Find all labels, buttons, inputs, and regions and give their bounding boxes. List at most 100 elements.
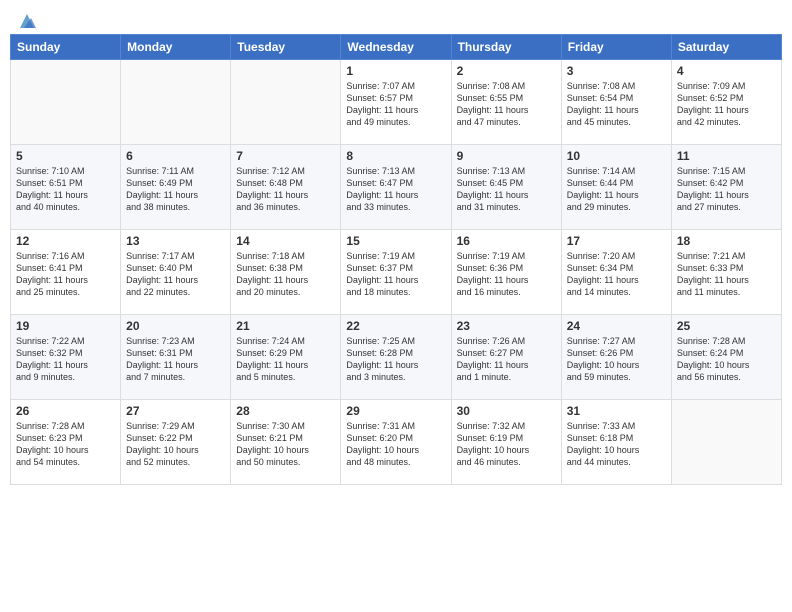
calendar-cell <box>671 400 781 485</box>
calendar-cell: 17Sunrise: 7:20 AM Sunset: 6:34 PM Dayli… <box>561 230 671 315</box>
week-row-1: 1 Sunrise: 7:07 AM Sunset: 6:57 PM Daylig… <box>11 60 782 145</box>
day-header-wednesday: Wednesday <box>341 35 451 60</box>
calendar-cell: 18Sunrise: 7:21 AM Sunset: 6:33 PM Dayli… <box>671 230 781 315</box>
calendar-cell: 19 Sunrise: 7:22 AM Sunset: 6:32 PM Dayli… <box>11 315 121 400</box>
calendar-cell: 29 Sunrise: 7:31 AM Sunset: 6:20 PM Dayli… <box>341 400 451 485</box>
calendar-cell: 15 Sunrise: 7:19 AM Sunset: 6:37 PM Dayli… <box>341 230 451 315</box>
day-number: 19 <box>16 319 115 333</box>
cell-content: Sunrise: 7:26 AM Sunset: 6:27 PM Dayligh… <box>457 335 556 384</box>
cell-content: Sunrise: 7:32 AM Sunset: 6:19 PM Dayligh… <box>457 420 556 469</box>
day-number: 13 <box>126 234 225 248</box>
calendar-cell: 20Sunrise: 7:23 AM Sunset: 6:31 PM Dayli… <box>121 315 231 400</box>
day-number: 23 <box>457 319 556 333</box>
cell-content: Sunrise: 7:28 AM Sunset: 6:24 PM Dayligh… <box>677 335 776 384</box>
day-number: 5 <box>16 149 115 163</box>
day-header-friday: Friday <box>561 35 671 60</box>
calendar-cell: 14 Sunrise: 7:18 AM Sunset: 6:38 PM Dayli… <box>231 230 341 315</box>
day-number: 20 <box>126 319 225 333</box>
calendar-cell: 24 Sunrise: 7:27 AM Sunset: 6:26 PM Dayli… <box>561 315 671 400</box>
cell-content: Sunrise: 7:11 AM Sunset: 6:49 PM Dayligh… <box>126 165 225 214</box>
calendar-cell: 11 Sunrise: 7:15 AM Sunset: 6:42 PM Dayli… <box>671 145 781 230</box>
day-number: 15 <box>346 234 445 248</box>
day-header-tuesday: Tuesday <box>231 35 341 60</box>
calendar-cell: 21Sunrise: 7:24 AM Sunset: 6:29 PM Dayli… <box>231 315 341 400</box>
calendar-cell: 3 Sunrise: 7:08 AM Sunset: 6:54 PM Daylig… <box>561 60 671 145</box>
cell-content: Sunrise: 7:19 AM Sunset: 6:37 PM Dayligh… <box>346 250 445 299</box>
day-number: 1 <box>346 64 445 78</box>
cell-content: Sunrise: 7:29 AM Sunset: 6:22 PM Dayligh… <box>126 420 225 469</box>
day-number: 26 <box>16 404 115 418</box>
calendar-cell <box>231 60 341 145</box>
day-header-saturday: Saturday <box>671 35 781 60</box>
day-number: 22 <box>346 319 445 333</box>
week-row-3: 12 Sunrise: 7:16 AM Sunset: 6:41 PM Dayli… <box>11 230 782 315</box>
logo-icon <box>16 10 38 32</box>
calendar-cell: 27Sunrise: 7:29 AM Sunset: 6:22 PM Dayli… <box>121 400 231 485</box>
day-header-monday: Monday <box>121 35 231 60</box>
cell-content: Sunrise: 7:13 AM Sunset: 6:45 PM Dayligh… <box>457 165 556 214</box>
cell-content: Sunrise: 7:13 AM Sunset: 6:47 PM Dayligh… <box>346 165 445 214</box>
calendar-cell: 13 Sunrise: 7:17 AM Sunset: 6:40 PM Dayli… <box>121 230 231 315</box>
week-row-4: 19 Sunrise: 7:22 AM Sunset: 6:32 PM Dayli… <box>11 315 782 400</box>
calendar-cell: 8 Sunrise: 7:13 AM Sunset: 6:47 PM Daylig… <box>341 145 451 230</box>
day-number: 9 <box>457 149 556 163</box>
cell-content: Sunrise: 7:24 AM Sunset: 6:29 PM Dayligh… <box>236 335 335 384</box>
day-number: 6 <box>126 149 225 163</box>
calendar-cell: 22 Sunrise: 7:25 AM Sunset: 6:28 PM Dayli… <box>341 315 451 400</box>
day-number: 10 <box>567 149 666 163</box>
calendar-cell: 4Sunrise: 7:09 AM Sunset: 6:52 PM Daylig… <box>671 60 781 145</box>
calendar-cell: 26 Sunrise: 7:28 AM Sunset: 6:23 PM Dayli… <box>11 400 121 485</box>
calendar-cell: 5 Sunrise: 7:10 AM Sunset: 6:51 PM Daylig… <box>11 145 121 230</box>
day-number: 28 <box>236 404 335 418</box>
day-header-thursday: Thursday <box>451 35 561 60</box>
cell-content: Sunrise: 7:08 AM Sunset: 6:54 PM Dayligh… <box>567 80 666 129</box>
day-number: 8 <box>346 149 445 163</box>
day-number: 24 <box>567 319 666 333</box>
cell-content: Sunrise: 7:31 AM Sunset: 6:20 PM Dayligh… <box>346 420 445 469</box>
cell-content: Sunrise: 7:19 AM Sunset: 6:36 PM Dayligh… <box>457 250 556 299</box>
cell-content: Sunrise: 7:22 AM Sunset: 6:32 PM Dayligh… <box>16 335 115 384</box>
day-number: 31 <box>567 404 666 418</box>
calendar-cell: 16 Sunrise: 7:19 AM Sunset: 6:36 PM Dayli… <box>451 230 561 315</box>
cell-content: Sunrise: 7:21 AM Sunset: 6:33 PM Dayligh… <box>677 250 776 299</box>
calendar-header-row: SundayMondayTuesdayWednesdayThursdayFrid… <box>11 35 782 60</box>
calendar-cell: 2 Sunrise: 7:08 AM Sunset: 6:55 PM Daylig… <box>451 60 561 145</box>
calendar-cell: 25Sunrise: 7:28 AM Sunset: 6:24 PM Dayli… <box>671 315 781 400</box>
cell-content: Sunrise: 7:27 AM Sunset: 6:26 PM Dayligh… <box>567 335 666 384</box>
week-row-5: 26 Sunrise: 7:28 AM Sunset: 6:23 PM Dayli… <box>11 400 782 485</box>
day-number: 30 <box>457 404 556 418</box>
cell-content: Sunrise: 7:28 AM Sunset: 6:23 PM Dayligh… <box>16 420 115 469</box>
cell-content: Sunrise: 7:25 AM Sunset: 6:28 PM Dayligh… <box>346 335 445 384</box>
cell-content: Sunrise: 7:30 AM Sunset: 6:21 PM Dayligh… <box>236 420 335 469</box>
calendar-cell: 28 Sunrise: 7:30 AM Sunset: 6:21 PM Dayli… <box>231 400 341 485</box>
page-header <box>10 10 782 28</box>
day-number: 14 <box>236 234 335 248</box>
day-number: 16 <box>457 234 556 248</box>
calendar-cell: 10Sunrise: 7:14 AM Sunset: 6:44 PM Dayli… <box>561 145 671 230</box>
calendar-cell: 30 Sunrise: 7:32 AM Sunset: 6:19 PM Dayli… <box>451 400 561 485</box>
calendar-cell: 7Sunrise: 7:12 AM Sunset: 6:48 PM Daylig… <box>231 145 341 230</box>
day-number: 4 <box>677 64 776 78</box>
day-header-sunday: Sunday <box>11 35 121 60</box>
cell-content: Sunrise: 7:10 AM Sunset: 6:51 PM Dayligh… <box>16 165 115 214</box>
cell-content: Sunrise: 7:15 AM Sunset: 6:42 PM Dayligh… <box>677 165 776 214</box>
cell-content: Sunrise: 7:18 AM Sunset: 6:38 PM Dayligh… <box>236 250 335 299</box>
calendar-cell: 9 Sunrise: 7:13 AM Sunset: 6:45 PM Daylig… <box>451 145 561 230</box>
cell-content: Sunrise: 7:17 AM Sunset: 6:40 PM Dayligh… <box>126 250 225 299</box>
cell-content: Sunrise: 7:07 AM Sunset: 6:57 PM Dayligh… <box>346 80 445 129</box>
day-number: 29 <box>346 404 445 418</box>
calendar-table: SundayMondayTuesdayWednesdayThursdayFrid… <box>10 34 782 485</box>
cell-content: Sunrise: 7:16 AM Sunset: 6:41 PM Dayligh… <box>16 250 115 299</box>
day-number: 3 <box>567 64 666 78</box>
calendar-cell: 31Sunrise: 7:33 AM Sunset: 6:18 PM Dayli… <box>561 400 671 485</box>
calendar-cell: 23 Sunrise: 7:26 AM Sunset: 6:27 PM Dayli… <box>451 315 561 400</box>
day-number: 7 <box>236 149 335 163</box>
cell-content: Sunrise: 7:08 AM Sunset: 6:55 PM Dayligh… <box>457 80 556 129</box>
day-number: 11 <box>677 149 776 163</box>
day-number: 12 <box>16 234 115 248</box>
calendar-cell: 6 Sunrise: 7:11 AM Sunset: 6:49 PM Daylig… <box>121 145 231 230</box>
day-number: 17 <box>567 234 666 248</box>
calendar-cell <box>11 60 121 145</box>
day-number: 2 <box>457 64 556 78</box>
calendar-cell: 1 Sunrise: 7:07 AM Sunset: 6:57 PM Daylig… <box>341 60 451 145</box>
